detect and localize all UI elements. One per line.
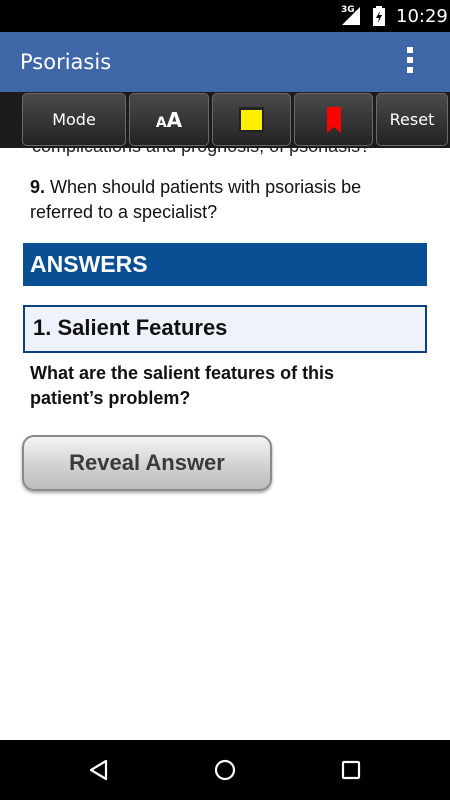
section-question: What are the salient features of this pa… <box>30 363 335 408</box>
question-text: When should patients with psoriasis be r… <box>30 177 362 222</box>
mode-button-label: Mode <box>52 110 96 129</box>
answers-heading: ANSWERS <box>23 243 427 286</box>
recents-icon[interactable] <box>339 758 363 782</box>
toolbar: Mode AA Reset <box>0 92 450 148</box>
font-size-button[interactable]: AA <box>129 93 209 146</box>
network-type: 3G <box>341 5 355 15</box>
app-bar: Psoriasis <box>0 32 450 92</box>
bookmark-button[interactable] <box>294 93 373 146</box>
notepad-icon <box>239 107 264 132</box>
reveal-answer-label: Reveal Answer <box>69 450 225 475</box>
content-area[interactable]: complications and prognosis, of psoriasi… <box>0 148 450 740</box>
question-9: 9. When should patients with psoriasis b… <box>30 175 420 225</box>
home-icon[interactable] <box>213 758 237 782</box>
overflow-menu-icon[interactable] <box>396 44 424 80</box>
section-title: 1. Salient Features <box>23 305 427 353</box>
partially-visible-text: complications and prognosis, of psoriasi… <box>32 148 422 158</box>
question-number: 9. <box>30 177 46 197</box>
status-bar: 3G 10:29 <box>0 0 450 32</box>
mode-button[interactable]: Mode <box>22 93 126 146</box>
battery-charging-icon <box>373 6 385 26</box>
bookmark-icon <box>326 106 341 133</box>
font-size-icon: AA <box>155 107 183 132</box>
reset-button-label: Reset <box>389 110 435 129</box>
notes-button[interactable] <box>212 93 291 146</box>
reset-button[interactable]: Reset <box>376 93 448 146</box>
app-title: Psoriasis <box>20 50 112 74</box>
navigation-bar <box>0 740 450 800</box>
back-icon[interactable] <box>87 758 111 782</box>
reveal-answer-button[interactable]: Reveal Answer <box>22 435 272 491</box>
status-time: 10:29 <box>396 6 448 27</box>
